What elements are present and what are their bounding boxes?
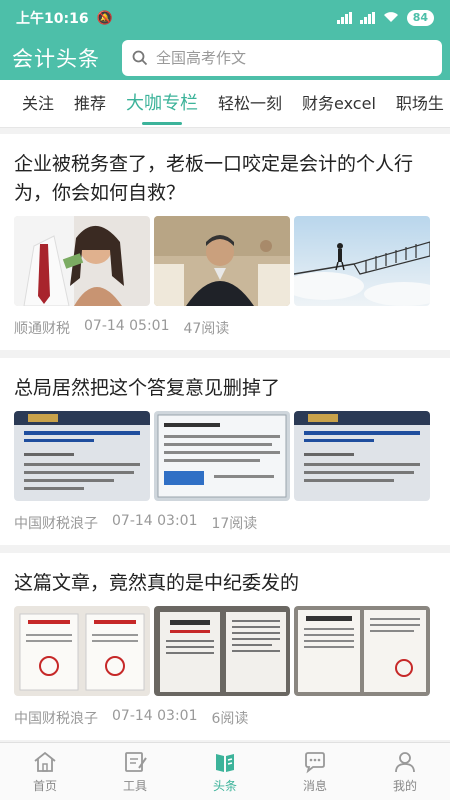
home-icon (34, 751, 56, 772)
nav-home-label: 首页 (32, 778, 57, 793)
article-time: 07-14 03:01 (112, 513, 198, 529)
article-source[interactable]: 顺通财税 (14, 318, 70, 338)
profile-icon (395, 751, 415, 772)
article-title[interactable]: 企业被税务查了，老板一口咬定是会计的个人行为，你会如何自救？ (14, 150, 436, 208)
article-image[interactable] (154, 216, 290, 306)
battery-indicator: 84 (406, 10, 434, 26)
tab-follow[interactable]: 关注 (0, 80, 64, 127)
app-header: 会计头条 (0, 36, 450, 80)
headline-icon (216, 753, 234, 772)
article-card[interactable]: 总局居然把这个答复意见删掉了 中国财税浪子 07-14 03:01 17阅读 (0, 358, 450, 545)
article-image[interactable] (294, 216, 430, 306)
article-image[interactable] (154, 606, 290, 696)
nav-messages-label: 消息 (302, 778, 327, 793)
article-card[interactable]: 企业被税务查了，老板一口咬定是会计的个人行为，你会如何自救？ 顺通财税 07-1… (0, 134, 450, 350)
wifi-icon (383, 11, 399, 26)
search-icon (132, 50, 148, 66)
status-bar: 上午10:16 🔕 84 (0, 0, 450, 36)
tab-recommend[interactable]: 推荐 (64, 80, 116, 127)
signal-hd-icon (336, 12, 352, 24)
article-meta: 顺通财税 07-14 05:01 47阅读 (14, 318, 436, 338)
nav-profile-label: 我的 (392, 778, 417, 793)
article-reads: 6阅读 (211, 711, 249, 727)
article-image[interactable] (14, 411, 150, 501)
tab-workplace[interactable]: 职场生 (386, 80, 450, 127)
signal-icon (359, 12, 375, 24)
tab-expert-column[interactable]: 大咖专栏 (116, 80, 208, 127)
article-title[interactable]: 总局居然把这个答复意见删掉了 (14, 374, 436, 403)
notification-muted-icon: 🔕 (96, 10, 113, 26)
article-card[interactable]: 这篇文章，竟然真的是中纪委发的 中国财税浪子 07-14 03:01 6阅读 (0, 553, 450, 740)
article-reads: 47阅读 (183, 321, 230, 337)
article-image[interactable] (294, 411, 430, 501)
category-tabs: 关注 推荐 大咖专栏 轻松一刻 财务excel 职场生 (0, 80, 450, 128)
article-meta: 中国财税浪子 07-14 03:01 6阅读 (14, 708, 436, 728)
nav-headline-label: 头条 (212, 778, 237, 793)
article-feed: 企业被税务查了，老板一口咬定是会计的个人行为，你会如何自救？ 顺通财税 07-1… (0, 128, 450, 742)
article-image[interactable] (14, 606, 150, 696)
message-icon (305, 751, 325, 773)
article-image[interactable] (14, 216, 150, 306)
status-icons: 84 (336, 10, 434, 26)
article-time: 07-14 05:01 (84, 318, 170, 334)
article-time: 07-14 03:01 (112, 708, 198, 724)
article-meta: 中国财税浪子 07-14 03:01 17阅读 (14, 513, 436, 533)
nav-tools[interactable]: 工具 (90, 743, 180, 800)
app-title: 会计头条 (12, 47, 100, 71)
nav-headline[interactable]: 头条 (180, 743, 270, 800)
article-source[interactable]: 中国财税浪子 (14, 513, 98, 533)
article-thumbnails (14, 411, 436, 501)
article-thumbnails (14, 216, 436, 306)
nav-profile[interactable]: 我的 (360, 743, 450, 800)
bottom-navigation: 首页 工具 头条 消息 我的 (0, 742, 450, 800)
status-time: 上午10:16 (16, 11, 89, 27)
nav-tools-label: 工具 (122, 778, 147, 793)
article-source[interactable]: 中国财税浪子 (14, 708, 98, 728)
nav-messages[interactable]: 消息 (270, 743, 360, 800)
tab-finance-excel[interactable]: 财务excel (292, 80, 386, 127)
search-bar[interactable] (122, 40, 442, 76)
article-thumbnails (14, 606, 436, 696)
article-reads: 17阅读 (211, 516, 258, 532)
tab-relax[interactable]: 轻松一刻 (208, 80, 292, 127)
tools-icon (125, 751, 147, 772)
search-input[interactable] (156, 49, 432, 67)
article-image[interactable] (154, 411, 290, 501)
article-image[interactable] (294, 606, 430, 696)
article-title[interactable]: 这篇文章，竟然真的是中纪委发的 (14, 569, 436, 598)
nav-home[interactable]: 首页 (0, 743, 90, 800)
